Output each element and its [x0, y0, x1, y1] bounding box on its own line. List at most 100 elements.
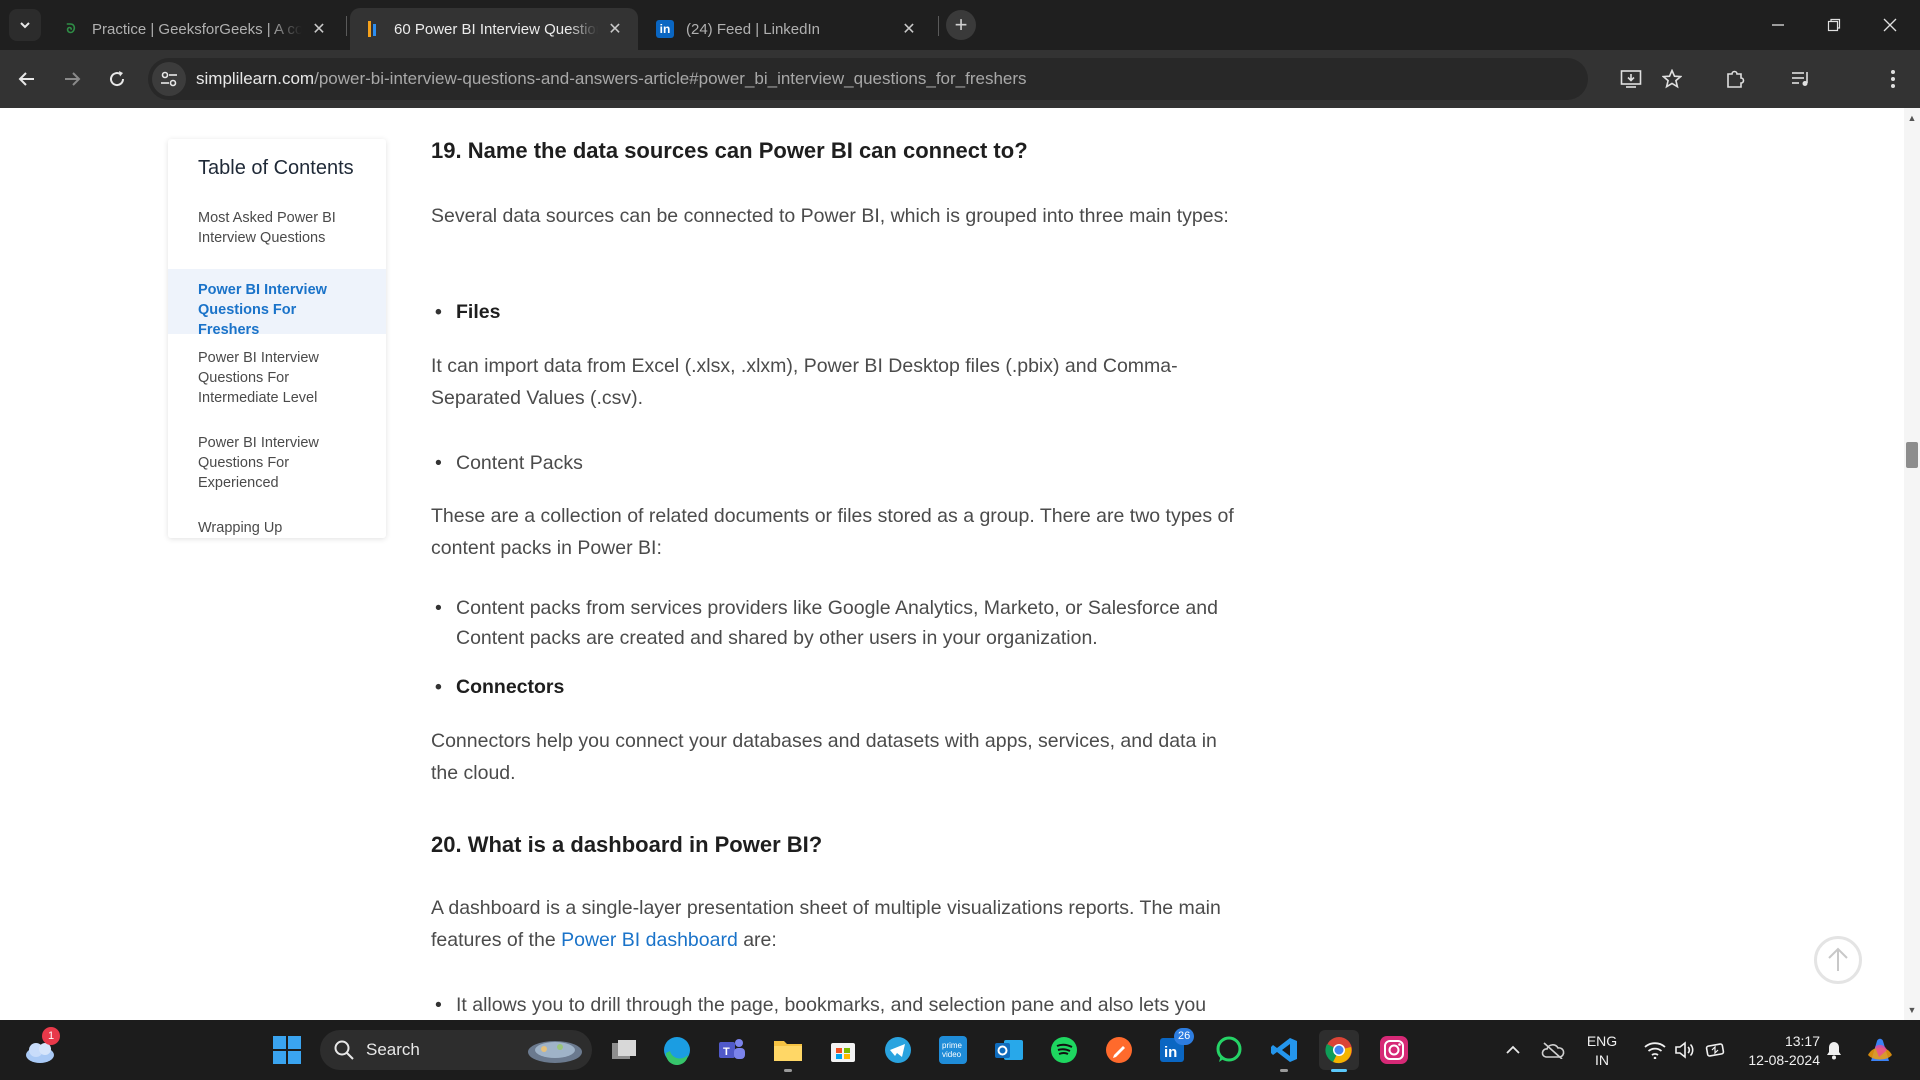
chevron-up-icon [1506, 1045, 1520, 1054]
page-scrollbar[interactable]: ▲ ▼ [1904, 108, 1920, 1020]
toc-item-wrapping-up[interactable]: Wrapping Up [168, 518, 386, 538]
kebab-menu-icon [1891, 70, 1895, 88]
scroll-down-arrow-icon[interactable]: ▼ [1904, 1002, 1920, 1018]
tab-search-button[interactable] [9, 9, 41, 41]
start-button[interactable] [267, 1030, 307, 1070]
page-viewport: Table of Contents Most Asked Power BI In… [0, 108, 1920, 1020]
whatsapp-app[interactable] [1209, 1030, 1249, 1070]
restore-icon [1827, 18, 1841, 32]
table-of-contents: Table of Contents Most Asked Power BI In… [168, 139, 386, 538]
teams-icon: T [719, 1039, 745, 1059]
telegram-app[interactable] [878, 1030, 918, 1070]
toc-item-experienced[interactable]: Power BI Interview Questions For Experie… [168, 433, 386, 493]
toc-title: Table of Contents [198, 157, 354, 179]
tab-linkedin[interactable]: in (24) Feed | LinkedIn ✕ [642, 8, 932, 50]
file-explorer-app[interactable] [768, 1030, 808, 1072]
bullet-connectors: Connectors [431, 672, 1241, 702]
instagram-app[interactable] [1374, 1030, 1414, 1070]
address-bar[interactable]: simplilearn.com/power-bi-interview-quest… [148, 58, 1588, 100]
chevron-down-icon [20, 22, 30, 29]
url-path: /power-bi-interview-questions-and-answer… [314, 69, 1027, 88]
close-window-button[interactable] [1862, 0, 1918, 50]
quick-settings-button[interactable] [1630, 1030, 1740, 1070]
menu-button[interactable] [1876, 62, 1910, 96]
store-icon [831, 1043, 855, 1062]
tab-divider [938, 16, 939, 36]
copilot-button[interactable] [1860, 1030, 1900, 1070]
clock-time: 13:17 [1784, 1033, 1820, 1049]
svg-text:in: in [1164, 1044, 1177, 1061]
teams-app[interactable]: T [712, 1030, 752, 1070]
pen-app[interactable] [1099, 1030, 1139, 1070]
instagram-icon [1380, 1036, 1408, 1064]
taskbar-search[interactable]: Search [320, 1030, 592, 1070]
scroll-thumb[interactable] [1906, 442, 1918, 468]
microsoft-store-app[interactable] [823, 1030, 863, 1070]
reload-button[interactable] [100, 62, 134, 96]
clock[interactable]: 13:17 12-08-2024 [1734, 1032, 1820, 1070]
power-bi-dashboard-link[interactable]: Power BI dashboard [561, 929, 738, 951]
notification-badge: 26 [1174, 1028, 1195, 1045]
reload-icon [110, 71, 125, 87]
new-tab-button[interactable]: + [946, 10, 976, 40]
bookmark-button[interactable] [1655, 62, 1689, 96]
task-view-button[interactable] [604, 1030, 644, 1070]
restore-button[interactable] [1806, 0, 1862, 50]
tray-overflow-button[interactable] [1493, 1030, 1533, 1070]
tab-title: 60 Power BI Interview Questions and Answ… [394, 20, 598, 38]
spotify-icon [1051, 1037, 1077, 1063]
minimize-button[interactable] [1750, 0, 1806, 50]
linkedin-app[interactable]: in 26 [1154, 1028, 1195, 1070]
arrow-left-icon [18, 72, 34, 86]
chrome-app[interactable] [1319, 1030, 1359, 1072]
onedrive-button[interactable] [1533, 1030, 1573, 1070]
back-button[interactable] [10, 62, 44, 96]
bullet-files: Files [431, 297, 1241, 327]
volume-icon [1675, 1041, 1694, 1059]
prime-video-app[interactable]: prime video [933, 1030, 973, 1070]
spotify-app[interactable] [1044, 1030, 1084, 1070]
url-text[interactable]: simplilearn.com/power-bi-interview-quest… [196, 69, 1027, 89]
running-indicator [1331, 1069, 1347, 1072]
toc-item-most-asked[interactable]: Most Asked Power BI Interview Questions [168, 208, 386, 248]
notification-badge: 1 [42, 1027, 60, 1045]
running-indicator [1280, 1069, 1288, 1072]
forward-button[interactable] [55, 62, 89, 96]
pen-icon [1106, 1037, 1132, 1063]
arrow-up-icon [1828, 947, 1848, 971]
toc-item-freshers[interactable]: Power BI Interview Questions For Fresher… [168, 269, 386, 338]
svg-text:prime: prime [942, 1041, 963, 1050]
tab-divider [346, 16, 347, 36]
extensions-button[interactable] [1718, 62, 1752, 96]
vscode-icon [1271, 1038, 1297, 1062]
close-icon [1883, 18, 1897, 32]
language-code: ENG [1586, 1033, 1618, 1049]
vscode-app[interactable] [1264, 1030, 1304, 1072]
region-code: IN [1595, 1052, 1609, 1068]
scroll-to-top-button[interactable] [1814, 936, 1862, 984]
scroll-up-arrow-icon[interactable]: ▲ [1904, 110, 1920, 126]
notifications-button[interactable] [1816, 1030, 1852, 1070]
clock-date: 12-08-2024 [1748, 1052, 1820, 1068]
weather-widget[interactable]: 1 [20, 1027, 60, 1070]
install-app-button[interactable] [1614, 62, 1648, 96]
language-indicator[interactable]: ENG IN [1580, 1032, 1624, 1070]
wifi-icon [1644, 1042, 1666, 1059]
tab-geeksforgeeks[interactable]: ᘐ Practice | GeeksforGeeks | A computer … [48, 8, 342, 50]
outlook-app[interactable] [989, 1030, 1029, 1070]
url-host: simplilearn.com [196, 69, 315, 88]
media-controls-button[interactable] [1784, 62, 1818, 96]
close-icon[interactable]: ✕ [310, 19, 328, 39]
tab-simplilearn[interactable]: 60 Power BI Interview Questions and Answ… [350, 8, 638, 50]
tab-strip: ᘐ Practice | GeeksforGeeks | A computer … [0, 0, 1920, 50]
q20-text-before: A dashboard is a single-layer presentati… [431, 897, 1221, 951]
windows-taskbar: 1 Search T prime video in 26 ENG IN 13:1… [0, 1020, 1920, 1080]
tab-title: Practice | GeeksforGeeks | A computer sc… [92, 20, 302, 38]
close-icon[interactable]: ✕ [606, 19, 624, 39]
site-info-button[interactable] [152, 62, 186, 96]
cloud-off-icon [1541, 1042, 1565, 1059]
search-icon [334, 1040, 354, 1060]
edge-browser-app[interactable] [657, 1030, 697, 1070]
close-icon[interactable]: ✕ [900, 19, 918, 39]
toc-item-intermediate[interactable]: Power BI Interview Questions For Interme… [168, 348, 386, 408]
